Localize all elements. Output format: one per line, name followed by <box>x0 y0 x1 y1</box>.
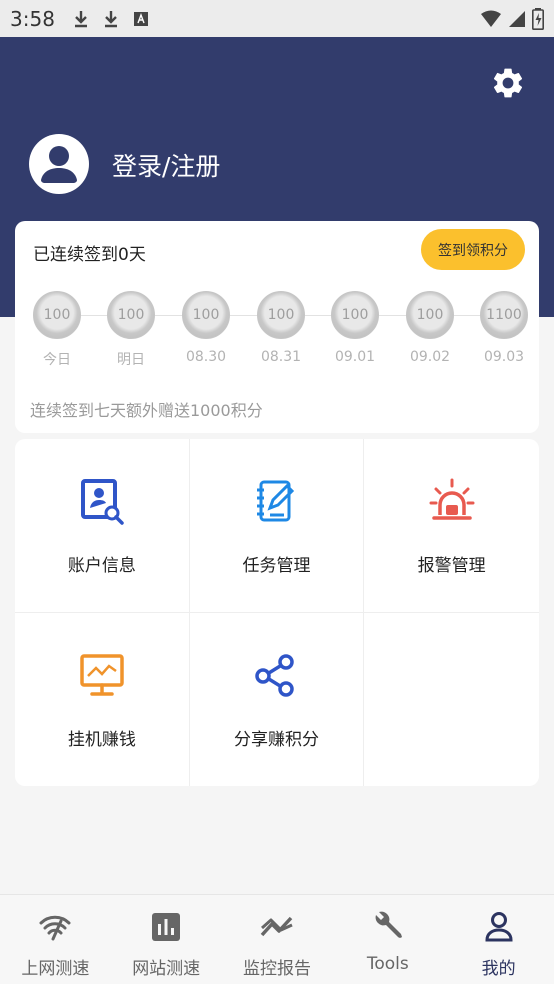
day-item: 100 明日 <box>101 291 161 369</box>
menu-item-label: 报警管理 <box>417 556 486 576</box>
day-item: 100 08.30 <box>176 291 236 365</box>
tab-mine[interactable]: 我的 <box>443 895 554 984</box>
account-info-icon <box>80 479 124 525</box>
bonus-text: 连续签到七天额外赠送1000积分 <box>30 401 263 420</box>
day-item: 100 09.01 <box>325 291 385 365</box>
status-time: 3:58 <box>10 6 55 31</box>
menu-item-task-management[interactable]: 任务管理 <box>189 439 365 613</box>
day-label: 今日 <box>43 352 71 368</box>
tab-website-speed[interactable]: 网站测速 <box>111 895 222 984</box>
menu-item-label: 分享赚积分 <box>233 730 319 750</box>
tab-label: Tools <box>366 954 409 974</box>
menu-item-account-info[interactable]: 账户信息 <box>15 439 190 613</box>
menu-item-empty <box>364 613 539 786</box>
signal-icon <box>509 10 525 27</box>
wifi-speed-icon <box>39 915 71 941</box>
day-item: 100 今日 <box>27 291 87 369</box>
monitor-chart-icon <box>80 654 124 696</box>
avatar[interactable] <box>29 134 89 194</box>
tab-label: 监控报告 <box>242 959 311 979</box>
feature-grid-card: 账户信息 任务管理 报警管理 挂机赚钱 分享赚积分 <box>15 439 539 786</box>
day-item: 100 09.02 <box>400 291 460 365</box>
user-icon <box>485 912 513 942</box>
signin-days: 100 今日 100 明日 100 08.30 100 08.31 100 09… <box>27 291 528 371</box>
keyboard-a-icon <box>133 11 148 26</box>
menu-item-earn-money[interactable]: 挂机赚钱 <box>15 613 190 786</box>
tab-label: 网站测速 <box>132 959 201 979</box>
coin-icon: 100 <box>107 291 155 339</box>
day-item: 1100 09.03 <box>474 291 534 365</box>
menu-item-label: 任务管理 <box>242 556 311 576</box>
tab-label: 上网测速 <box>21 959 90 979</box>
day-label: 09.03 <box>483 349 525 365</box>
share-icon <box>255 654 295 697</box>
signin-button[interactable]: 签到领积分 <box>421 229 525 270</box>
tab-monitor-report[interactable]: 监控报告 <box>222 895 333 984</box>
trend-icon <box>260 916 293 937</box>
wifi-icon <box>481 10 501 27</box>
settings-gear-icon[interactable] <box>490 65 526 101</box>
coin-icon: 100 <box>406 291 454 339</box>
menu-item-label: 账户信息 <box>67 556 136 576</box>
streak-text: 已连续签到0天 <box>33 245 146 265</box>
menu-item-alarm-management[interactable]: 报警管理 <box>364 439 539 613</box>
day-label: 09.01 <box>334 349 376 365</box>
day-label: 明日 <box>117 352 145 368</box>
coin-icon: 100 <box>331 291 379 339</box>
bar-chart-icon <box>152 913 181 941</box>
coin-icon: 100 <box>33 291 81 339</box>
day-label: 09.02 <box>409 349 451 365</box>
login-register-link[interactable]: 登录/注册 <box>112 147 220 183</box>
coin-icon: 1100 <box>480 291 528 339</box>
coin-icon: 100 <box>257 291 305 339</box>
battery-icon <box>532 7 544 30</box>
day-item: 100 08.31 <box>251 291 311 365</box>
download-icon <box>74 10 87 27</box>
coin-icon: 100 <box>182 291 230 339</box>
user-avatar-icon <box>41 146 77 183</box>
tab-label: 我的 <box>481 959 516 979</box>
menu-item-label: 挂机赚钱 <box>67 730 136 750</box>
task-edit-icon <box>257 480 295 522</box>
signin-card: 已连续签到0天 签到领积分 100 今日 100 明日 100 08.30 10… <box>15 221 539 433</box>
menu-item-share-points[interactable]: 分享赚积分 <box>190 613 365 786</box>
bottom-tab-bar: 上网测速 网站测速 监控报告 Tools 我的 <box>0 894 554 984</box>
wrench-icon <box>375 911 402 938</box>
download-icon <box>104 10 117 27</box>
tab-internet-speed[interactable]: 上网测速 <box>0 895 111 984</box>
day-label: 08.30 <box>185 349 227 365</box>
tab-tools[interactable]: Tools <box>332 895 443 984</box>
alarm-siren-icon <box>429 478 475 520</box>
day-label: 08.31 <box>260 349 302 365</box>
status-bar: 3:58 <box>0 0 554 37</box>
